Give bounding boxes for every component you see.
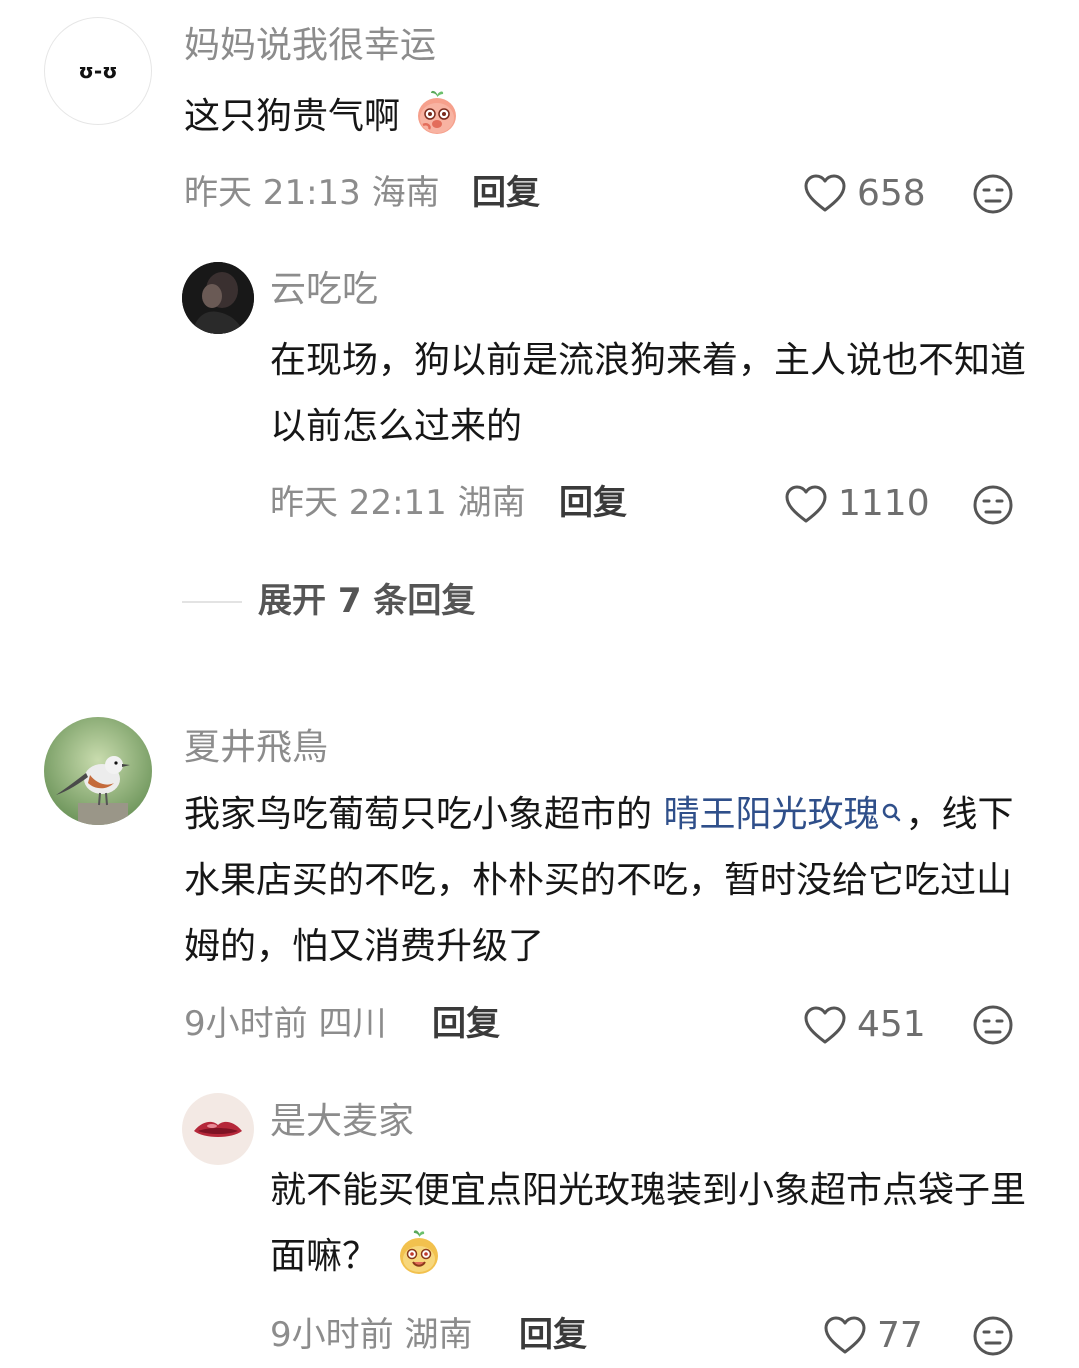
avatar[interactable]: ʊ-ʊ: [44, 17, 152, 125]
shy-peach-emoji: [418, 90, 457, 134]
comment-time: 9小时前: [184, 1004, 308, 1044]
dislike-face-icon[interactable]: [972, 1315, 1014, 1357]
username[interactable]: 是大麦家: [270, 1104, 414, 1140]
avatar[interactable]: [182, 262, 254, 334]
reply-text: 在现场，狗以前是流浪狗来着，主人说也不知道以前怎么过来的: [270, 340, 1027, 447]
avatar[interactable]: [44, 717, 152, 825]
username[interactable]: 云吃吃: [270, 272, 378, 308]
divider: [182, 601, 242, 603]
comment-time: 昨天 21:13: [184, 173, 361, 213]
reply-button[interactable]: 回复: [519, 1318, 587, 1352]
like-count: 451: [857, 1004, 926, 1045]
comment-text: 我家鸟吃葡萄只吃小象超市的 晴王阳光玫瑰 ，线下水果店买的不吃，朴朴买的不吃，暂时…: [184, 782, 1034, 980]
reply-location: 湖南: [457, 483, 526, 523]
reply-button[interactable]: 回复: [472, 176, 540, 210]
dislike-face-icon[interactable]: [972, 1004, 1014, 1046]
dislike-face-icon[interactable]: [972, 484, 1014, 526]
comment-meta: 昨天 21:13 海南: [184, 176, 440, 210]
smiling-potato-emoji: [400, 1230, 439, 1274]
avatar-photo: [182, 1093, 254, 1165]
username[interactable]: 夏井飛鳥: [184, 730, 328, 766]
heart-icon[interactable]: [823, 1315, 867, 1355]
like-count: 77: [877, 1315, 923, 1356]
reply-text: 就不能买便宜点阳光玫瑰装到小象超市点袋子里面嘛？: [270, 1158, 1030, 1290]
heart-icon[interactable]: [803, 173, 847, 213]
comment-location: 四川: [318, 1004, 387, 1044]
search-icon[interactable]: [881, 802, 903, 824]
reply-meta: 昨天 22:11 湖南: [270, 486, 526, 520]
avatar-photo: [44, 717, 152, 825]
comment-meta: 9小时前 四川: [184, 1007, 386, 1041]
username[interactable]: 妈妈说我很幸运: [184, 28, 436, 64]
reply-meta: 9小时前 湖南: [270, 1318, 472, 1352]
comment-location: 海南: [371, 173, 440, 213]
dislike-face-icon[interactable]: [972, 173, 1014, 215]
comment-text-before: 我家鸟吃葡萄只吃小象超市的: [184, 794, 664, 835]
reply-button[interactable]: 回复: [432, 1007, 500, 1041]
product-link[interactable]: 晴王阳光玫瑰: [663, 794, 879, 835]
avatar-text: ʊ-ʊ: [78, 59, 118, 83]
reply-time: 9小时前: [270, 1315, 394, 1355]
avatar-photo: [182, 262, 254, 334]
comment-text: 这只狗贵气啊: [184, 84, 461, 150]
heart-icon[interactable]: [784, 484, 828, 524]
like-count: 658: [857, 173, 926, 214]
heart-icon[interactable]: [803, 1005, 847, 1045]
like-count: 1110: [838, 483, 930, 524]
reply-text-content: 就不能买便宜点阳光玫瑰装到小象超市点袋子里面嘛？: [270, 1170, 1027, 1277]
avatar[interactable]: [182, 1093, 254, 1165]
reply-button[interactable]: 回复: [559, 486, 627, 520]
expand-replies-button[interactable]: 展开 7 条回复: [258, 584, 475, 618]
reply-location: 湖南: [404, 1315, 473, 1355]
reply-time: 昨天 22:11: [270, 483, 447, 523]
comment-text-content: 这只狗贵气啊: [184, 96, 401, 137]
